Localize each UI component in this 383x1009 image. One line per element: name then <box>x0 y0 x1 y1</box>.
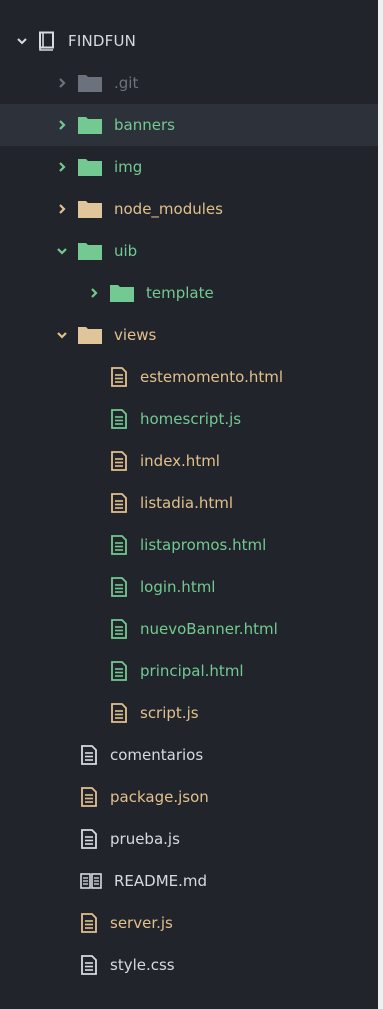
tree-item-label: img <box>114 158 143 176</box>
tree-item-label: banners <box>114 116 175 134</box>
tree-item-label: uib <box>114 242 138 260</box>
tree-item-label: node_modules <box>114 200 223 218</box>
file-text-icon <box>80 829 98 849</box>
folder-icon <box>78 74 102 92</box>
file-text-icon <box>110 409 128 429</box>
chevron-right-icon[interactable] <box>56 161 68 173</box>
folder-icon <box>78 200 102 218</box>
file-text-icon <box>80 787 98 807</box>
chevron-right-icon[interactable] <box>56 77 68 89</box>
tree-item-label: README.md <box>114 872 208 890</box>
tree-file-listadia[interactable]: listadia.html <box>0 482 378 524</box>
tree-file-server[interactable]: server.js <box>0 902 378 944</box>
tree-item-label: server.js <box>110 914 173 932</box>
tree-file-prueba[interactable]: prueba.js <box>0 818 378 860</box>
file-tree-panel: FINDFUN .git banners img node_modulesuib tem… <box>0 0 383 1009</box>
tree-folder-uib[interactable]: uib <box>0 230 378 272</box>
chevron-right-icon[interactable] <box>56 119 68 131</box>
tree-folder-git[interactable]: .git <box>0 62 378 104</box>
tree-file-readme[interactable]: README.md <box>0 860 378 902</box>
chevron-right-icon[interactable] <box>88 287 100 299</box>
file-text-icon <box>110 367 128 387</box>
tree-file-estemomento[interactable]: estemomento.html <box>0 356 378 398</box>
tree-item-label: style.css <box>110 956 175 974</box>
file-text-icon <box>110 451 128 471</box>
tree-item-label: package.json <box>110 788 209 806</box>
chevron-down-icon[interactable] <box>56 329 68 341</box>
tree-file-homescript[interactable]: homescript.js <box>0 398 378 440</box>
file-text-icon <box>110 577 128 597</box>
tree-file-login[interactable]: login.html <box>0 566 378 608</box>
file-text-icon <box>80 913 98 933</box>
tree-folder-views[interactable]: views <box>0 314 378 356</box>
tree-item-label: script.js <box>140 704 199 722</box>
file-text-icon <box>110 493 128 513</box>
tree-item-label: login.html <box>140 578 216 596</box>
chevron-down-icon[interactable] <box>56 245 68 257</box>
file-text-icon <box>110 703 128 723</box>
file-text-icon <box>110 661 128 681</box>
folder-icon <box>78 326 102 344</box>
book-icon <box>38 31 56 51</box>
file-tree: FINDFUN .git banners img node_modulesuib tem… <box>0 20 378 986</box>
tree-item-label: comentarios <box>110 746 204 764</box>
tree-file-principal[interactable]: principal.html <box>0 650 378 692</box>
tree-item-label: template <box>146 284 214 302</box>
tree-item-label: prueba.js <box>110 830 180 848</box>
chevron-down-icon[interactable] <box>16 35 28 47</box>
tree-item-label: homescript.js <box>140 410 242 428</box>
folder-icon <box>78 242 102 260</box>
tree-item-label: views <box>114 326 157 344</box>
folder-icon <box>78 116 102 134</box>
tree-file-index[interactable]: index.html <box>0 440 378 482</box>
tree-file-style[interactable]: style.css <box>0 944 378 986</box>
tree-folder-node-modules[interactable]: node_modules <box>0 188 378 230</box>
tree-item-label: listapromos.html <box>140 536 267 554</box>
tree-item-label: .git <box>114 74 139 92</box>
project-name: FINDFUN <box>68 32 137 50</box>
tree-item-label: estemomento.html <box>140 368 284 386</box>
file-text-icon <box>80 955 98 975</box>
tree-folder-banners[interactable]: banners <box>0 104 378 146</box>
tree-item-label: nuevoBanner.html <box>140 620 278 638</box>
book-open-icon <box>80 872 102 890</box>
file-text-icon <box>110 535 128 555</box>
tree-file-comentarios[interactable]: comentarios <box>0 734 378 776</box>
file-text-icon <box>110 619 128 639</box>
file-text-icon <box>80 745 98 765</box>
tree-root-findfun[interactable]: FINDFUN <box>0 20 378 62</box>
tree-item-label: principal.html <box>140 662 244 680</box>
tree-file-listapromos[interactable]: listapromos.html <box>0 524 378 566</box>
tree-item-label: index.html <box>140 452 220 470</box>
tree-file-script[interactable]: script.js <box>0 692 378 734</box>
tree-file-nuevobanner[interactable]: nuevoBanner.html <box>0 608 378 650</box>
tree-folder-img[interactable]: img <box>0 146 378 188</box>
tree-item-label: listadia.html <box>140 494 234 512</box>
folder-icon <box>110 284 134 302</box>
tree-file-package-json[interactable]: package.json <box>0 776 378 818</box>
chevron-right-icon[interactable] <box>56 203 68 215</box>
folder-icon <box>78 158 102 176</box>
tree-folder-template[interactable]: template <box>0 272 378 314</box>
